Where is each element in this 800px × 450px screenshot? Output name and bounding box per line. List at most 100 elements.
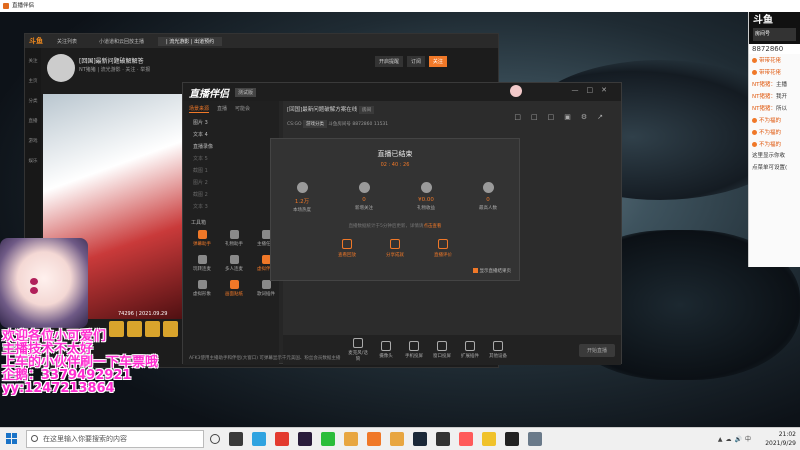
- user-icon: [482, 182, 494, 193]
- source-item[interactable]: 直播录像: [183, 141, 279, 153]
- source-item[interactable]: 文本 3: [183, 201, 279, 213]
- avatar-eyes: [30, 278, 58, 294]
- app-icon[interactable]: [229, 432, 243, 446]
- chat-logo: 斗鱼 房间号: [749, 12, 800, 44]
- toolbox-grid: 弹幕助手 礼物助手 主播任务 玩转连麦 多人连麦 虚拟伴侣 虚拟形象 画面贴纸 …: [183, 228, 279, 300]
- tool-label: 画面贴纸: [225, 292, 243, 297]
- stats-hint: 直播数据统计于5分钟后更新，详情请点击查看: [271, 223, 519, 229]
- user-badge-icon: [752, 130, 757, 135]
- taskbar-search-input[interactable]: 在这里输入你要搜索的内容: [26, 430, 204, 448]
- task-view-icon[interactable]: [210, 434, 220, 444]
- app-icon[interactable]: [252, 432, 266, 446]
- tool-danmu[interactable]: 弹幕助手: [187, 228, 217, 250]
- share-icon: [390, 239, 400, 249]
- category-button[interactable]: 游戏分类: [302, 120, 327, 128]
- sidebar-item-game[interactable]: 游戏: [25, 128, 41, 148]
- sticker-icon: [229, 280, 239, 289]
- preview-toolbar-icons[interactable]: □□□▣⚙↗: [514, 113, 613, 121]
- anime-avatar: [0, 238, 88, 328]
- tool-link-mic[interactable]: 玩转连麦: [187, 253, 217, 275]
- phone-icon: [409, 341, 419, 351]
- subscribe-button[interactable]: 订阅: [406, 56, 425, 67]
- tab-live[interactable]: 直播: [217, 105, 227, 113]
- sidebar-item-live[interactable]: 直播: [25, 108, 41, 128]
- system-tray-icons[interactable]: ▲☁🔊中: [718, 434, 754, 443]
- steam-icon[interactable]: [413, 432, 427, 446]
- replay-button[interactable]: 查看回放: [338, 239, 356, 258]
- avatar-icon: [197, 280, 207, 289]
- gift-icon: [229, 230, 239, 239]
- app-icon[interactable]: [275, 432, 289, 446]
- stat-label: 最高人数: [479, 206, 497, 211]
- tool-sticker[interactable]: 画面贴纸: [219, 278, 249, 300]
- clock-date: 2021/9/29: [765, 440, 796, 447]
- wechat-icon[interactable]: [321, 432, 335, 446]
- chat-message: NT猪猪：所以: [749, 102, 800, 114]
- source-item[interactable]: 截图 1: [183, 165, 279, 177]
- chat-note: 点菜单可设置(: [752, 165, 788, 171]
- user-avatar[interactable]: [510, 85, 522, 97]
- window-controls[interactable]: —□✕: [572, 86, 615, 94]
- tool-label: 虚拟形象: [193, 292, 211, 297]
- stat-viewers: 0 最高人数: [468, 182, 508, 213]
- user-badge-icon: [752, 142, 757, 147]
- hint-link[interactable]: 点击查看: [423, 224, 441, 229]
- tab-scene-source[interactable]: 场景来源: [189, 105, 210, 113]
- viewer-count: 11531: [373, 122, 389, 127]
- chat-message: 不为福的: [749, 126, 800, 138]
- clock[interactable]: 21:02 2021/9/29: [765, 430, 796, 448]
- source-item[interactable]: 图片 3: [183, 117, 279, 129]
- app-icon[interactable]: [344, 432, 358, 446]
- danmu-icon: [197, 230, 207, 239]
- sidebar-item-home[interactable]: 主页: [25, 68, 41, 88]
- review-button[interactable]: 直播评价: [434, 239, 452, 258]
- stat-value: 0: [362, 197, 366, 203]
- sidebar-item-ent[interactable]: 娱乐: [25, 148, 41, 168]
- share-button[interactable]: 分享成就: [386, 239, 404, 258]
- overlay-line: yy:1247213864: [2, 381, 115, 396]
- chat-text: 带带花佬: [759, 58, 782, 64]
- tool-gift[interactable]: 礼物助手: [219, 228, 249, 250]
- room-title: [回国]最新问题破解解答: [79, 58, 144, 65]
- photoshop-icon[interactable]: [298, 432, 312, 446]
- mic-icon: [353, 338, 363, 348]
- app-icon[interactable]: [528, 432, 542, 446]
- app-icon[interactable]: [505, 432, 519, 446]
- app-icon[interactable]: [367, 432, 381, 446]
- tab-follow[interactable]: 关注列表: [49, 37, 85, 46]
- windows-start-icon[interactable]: [6, 433, 18, 445]
- action-label: 直播评价: [434, 253, 452, 258]
- source-item[interactable]: 文本 5: [183, 153, 279, 165]
- heart-icon: [358, 182, 370, 193]
- chat-text: 我开: [775, 94, 787, 100]
- tool-avatar[interactable]: 虚拟形象: [187, 278, 217, 300]
- app-icon[interactable]: [390, 432, 404, 446]
- remind-button[interactable]: 开启提醒: [375, 56, 404, 67]
- source-item[interactable]: 文本 4: [183, 129, 279, 141]
- tool-label: 弹幕助手: [193, 242, 211, 247]
- show-result-checkbox[interactable]: 显示直播结果页: [472, 268, 511, 274]
- tab-current-room[interactable]: | 流光游影 | 出道预约: [158, 36, 223, 46]
- app-icon[interactable]: [459, 432, 473, 446]
- tool-multi-mic[interactable]: 多人连麦: [219, 253, 249, 275]
- tab-streamer[interactable]: 小道道和云回放主播: [91, 37, 152, 46]
- app-icon[interactable]: [482, 432, 496, 446]
- douyu-tabbar: 斗鱼 关注列表 小道道和云回放主播 | 流光游影 | 出道预约: [25, 34, 498, 48]
- sidebar-item-follow[interactable]: 关注: [25, 48, 41, 68]
- sidebar-item-category[interactable]: 分类: [25, 88, 41, 108]
- room-no-label: 斗鱼房间号: [328, 122, 351, 127]
- chat-text: 所以: [775, 106, 787, 112]
- app-icon[interactable]: [436, 432, 450, 446]
- camera-icon: [381, 341, 391, 351]
- follow-button[interactable]: 关注: [428, 56, 447, 67]
- hint-text: 直播数据统计于5分钟后更新，详情请: [348, 224, 424, 229]
- tab-other[interactable]: 可能会: [235, 105, 250, 113]
- tool-lyrics[interactable]: 歌词插件: [251, 278, 281, 300]
- mic-link-icon: [197, 255, 207, 264]
- tool-label: 歌词插件: [257, 292, 275, 297]
- source-item[interactable]: 图片 2: [183, 177, 279, 189]
- streamer-avatar[interactable]: [47, 54, 75, 82]
- source-item[interactable]: 截图 2: [183, 189, 279, 201]
- chat-message: 不为福的: [749, 114, 800, 126]
- chat-message: 带带花佬: [749, 54, 800, 66]
